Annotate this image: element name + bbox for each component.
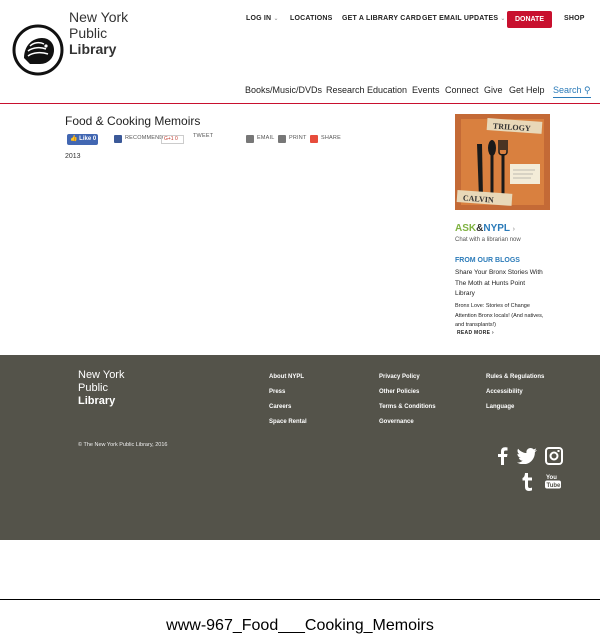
footer-rules[interactable]: Rules & Regulations: [486, 374, 544, 380]
footer-space-rental[interactable]: Space Rental: [269, 419, 307, 425]
footer-terms[interactable]: Terms & Conditions: [379, 404, 436, 410]
twitter-icon[interactable]: [517, 448, 537, 464]
logo-line-3: Library: [69, 41, 117, 57]
nav-education[interactable]: Education: [367, 85, 407, 95]
svg-text:Tube: Tube: [547, 483, 562, 489]
footer-logo-line-1: New York: [78, 369, 125, 381]
email-icon[interactable]: [246, 135, 254, 143]
share-plus-icon[interactable]: [310, 135, 318, 143]
svg-text:You: You: [546, 475, 557, 481]
footer-careers[interactable]: Careers: [269, 404, 291, 410]
nav-research[interactable]: Research: [326, 85, 365, 95]
nav-give[interactable]: Give: [484, 85, 503, 95]
share-bar: 👍 Like 0 RECOMMEND G+1 0 TWEET EMAIL PRI…: [0, 133, 440, 147]
nav-search[interactable]: Search ⚲: [553, 85, 591, 98]
chevron-down-icon: ⌄: [500, 16, 506, 22]
print-icon[interactable]: [278, 135, 286, 143]
site-header: New York Public Library LOG IN ⌄ LOCATIO…: [0, 0, 600, 104]
ask-nypl-logo[interactable]: ASK&NYPL ›: [455, 223, 515, 234]
facebook-like-button[interactable]: 👍 Like 0: [67, 134, 98, 145]
chevron-down-icon: ⌄: [273, 16, 279, 22]
blog-link-1[interactable]: Share Your Bronx Stories With The Moth a…: [455, 268, 545, 300]
share-link[interactable]: SHARE: [321, 135, 341, 141]
footer-about[interactable]: About NYPL: [269, 374, 304, 380]
footer-accessibility[interactable]: Accessibility: [486, 389, 523, 395]
read-more-link[interactable]: READ MORE ›: [457, 330, 494, 336]
lion-logo-icon[interactable]: [12, 24, 64, 76]
blog-excerpt-2[interactable]: Bronx Love: Stories of Change Attention …: [455, 302, 545, 331]
ask-nypl-subtitle[interactable]: Chat with a librarian now: [455, 237, 521, 243]
shop-link[interactable]: SHOP: [564, 15, 585, 22]
facebook-icon[interactable]: [495, 447, 509, 465]
login-link[interactable]: LOG IN ⌄: [246, 15, 279, 22]
header-divider: [0, 103, 600, 104]
footer-privacy[interactable]: Privacy Policy: [379, 374, 420, 380]
donate-button[interactable]: DONATE: [507, 11, 552, 28]
instagram-icon[interactable]: [545, 447, 563, 465]
blogs-heading: FROM OUR BLOGS: [455, 257, 520, 264]
nav-events[interactable]: Events: [412, 85, 440, 95]
copyright-text: © The New York Public Library, 2016: [78, 442, 168, 448]
footer-logo-line-2: Public: [78, 382, 108, 394]
nav-connect[interactable]: Connect: [445, 85, 479, 95]
library-card-link[interactable]: GET A LIBRARY CARD: [342, 15, 421, 22]
print-link[interactable]: PRINT: [289, 135, 307, 141]
image-caption: www-967_Food___Cooking_Memoirs: [166, 617, 434, 634]
footer-other-policies[interactable]: Other Policies: [379, 389, 419, 395]
tumblr-icon[interactable]: [521, 473, 533, 491]
nav-books[interactable]: Books/Music/DVDs: [245, 85, 322, 95]
youtube-icon[interactable]: You Tube: [545, 473, 561, 489]
gplus-button[interactable]: G+1 0: [161, 135, 184, 144]
search-icon: ⚲: [584, 85, 591, 95]
chevron-right-icon: ›: [512, 226, 515, 233]
footer-governance[interactable]: Governance: [379, 419, 414, 425]
page-title: Food & Cooking Memoirs: [65, 114, 201, 128]
site-footer: New York Public Library About NYPL Press…: [0, 355, 600, 540]
footer-language[interactable]: Language: [486, 404, 514, 410]
thumbs-up-icon: 👍: [70, 136, 78, 142]
book-cover-image[interactable]: TRILOGY CALVIN: [455, 114, 550, 210]
recommend-label[interactable]: RECOMMEND: [125, 135, 163, 141]
footer-logo[interactable]: New York Public Library: [78, 369, 124, 408]
facebook-icon[interactable]: [114, 135, 122, 143]
tweet-link[interactable]: TWEET: [193, 133, 213, 139]
footer-press[interactable]: Press: [269, 389, 285, 395]
footer-logo-line-3: Library: [78, 395, 116, 407]
locations-link[interactable]: LOCATIONS: [290, 15, 333, 22]
caption-rule: [0, 599, 600, 600]
logo-line-2: Public: [69, 25, 108, 41]
main-nav: Books/Music/DVDs Research Education Even…: [0, 85, 600, 99]
email-link[interactable]: EMAIL: [257, 135, 275, 141]
email-updates-link[interactable]: GET EMAIL UPDATES ⌄: [422, 15, 506, 22]
nav-get-help[interactable]: Get Help: [509, 85, 545, 95]
publication-year: 2013: [65, 153, 81, 160]
